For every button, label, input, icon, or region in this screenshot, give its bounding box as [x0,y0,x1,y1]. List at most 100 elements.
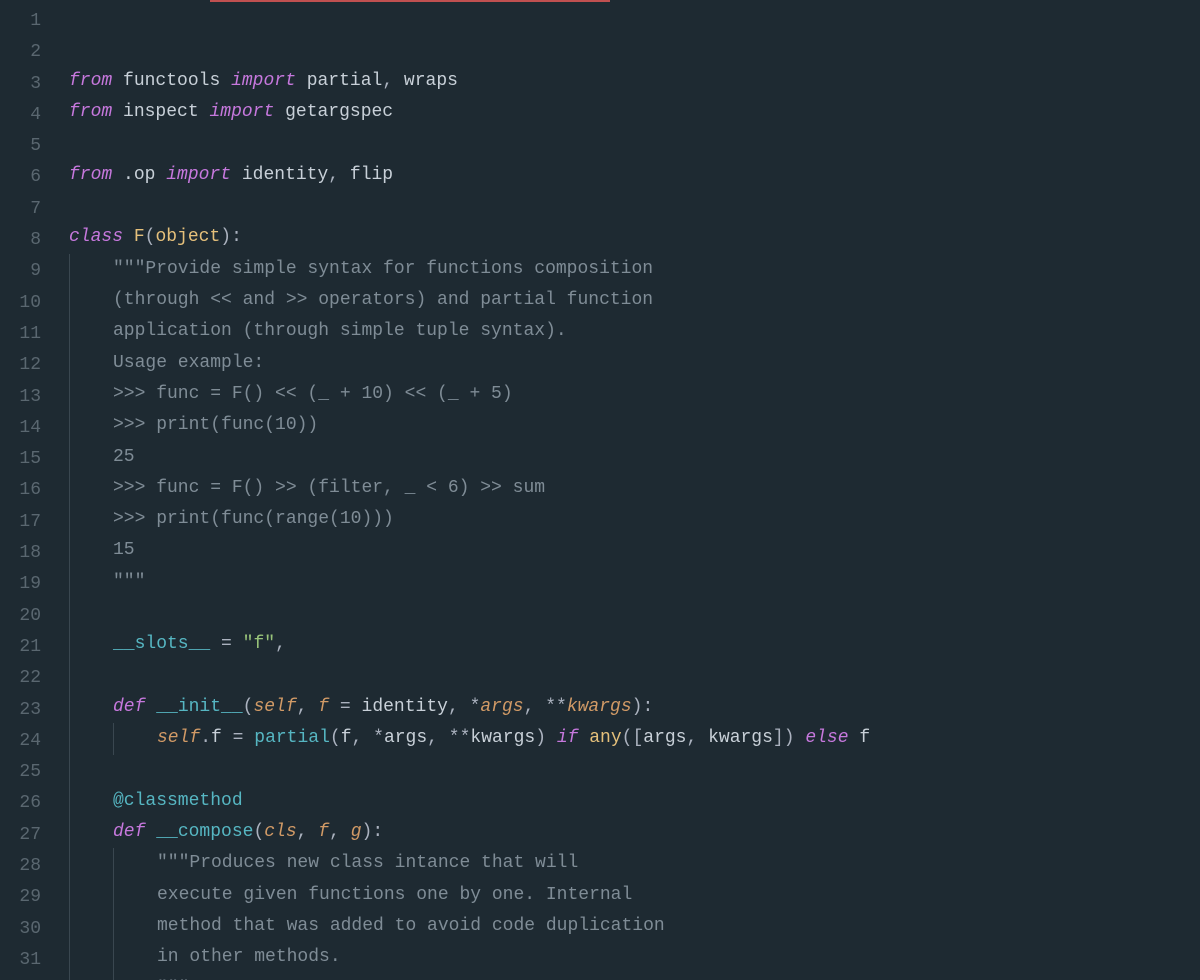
code-line[interactable]: from functools import partial, wraps [69,66,1200,97]
token-punc: , [686,728,708,748]
token-op: = [221,634,232,654]
code-line[interactable]: @classmethod [69,786,1200,817]
token-fn: __init__ [156,697,242,717]
code-line[interactable]: def __init__(self, f = identity, *args, … [69,692,1200,723]
code-line[interactable]: execute given functions one by one. Inte… [69,880,1200,911]
code-line[interactable]: from .op import identity, flip [69,160,1200,191]
line-number: 12 [0,350,55,381]
token-fn: __slots__ [113,634,210,654]
line-number: 4 [0,100,55,131]
line-number-gutter: 1234567891011121314151617181920212223242… [0,0,55,980]
line-number: 18 [0,538,55,569]
line-number: 29 [0,882,55,913]
code-line[interactable]: 25 [69,442,1200,473]
code-line[interactable]: >>> print(func(range(10))) [69,504,1200,535]
token-kw: else [805,728,848,748]
token-kw: from [69,71,112,91]
token-kw: import [209,102,274,122]
code-line[interactable]: from inspect import getargspec [69,97,1200,128]
token-name: f [341,728,352,748]
token-punc: ( [145,227,156,247]
token-fncall: partial [254,728,330,748]
token-str: Usage example: [113,353,264,373]
code-line[interactable]: __slots__ = "f", [69,629,1200,660]
code-line[interactable]: class F(object): [69,222,1200,253]
token-kw: class [69,227,123,247]
token-punc: ( [243,697,254,717]
code-line[interactable]: method that was added to avoid code dupl… [69,911,1200,942]
token-punc: , [328,165,350,185]
token-punc: : [231,227,242,247]
token-punc: , [524,697,546,717]
token-op: = [233,728,244,748]
lint-underline [210,0,610,2]
token-punc: , [297,822,319,842]
code-line[interactable]: self.f = partial(f, *args, **kwargs) if … [69,723,1200,754]
line-number: 22 [0,663,55,694]
token-punc: ( [330,728,341,748]
token-name: args [384,728,427,748]
code-line[interactable]: >>> func = F() >> (filter, _ < 6) >> sum [69,473,1200,504]
line-number: 9 [0,256,55,287]
token-str: method that was added to avoid code dupl… [157,916,665,936]
line-number: 30 [0,914,55,945]
line-number: 11 [0,319,55,350]
code-line[interactable]: application (through simple tuple syntax… [69,316,1200,347]
code-line[interactable]: 15 [69,535,1200,566]
code-line[interactable]: Usage example: [69,348,1200,379]
code-area[interactable]: from functools import partial, wrapsfrom… [55,0,1200,980]
token-str: >>> func = F() << (_ + 10) << (_ + 5) [113,384,513,404]
token-punc: ([ [622,728,644,748]
code-line[interactable]: >>> print(func(10)) [69,410,1200,441]
line-number: 17 [0,507,55,538]
code-line[interactable]: def __compose(cls, f, g): [69,817,1200,848]
token-str: >>> func = F() >> (filter, _ < 6) >> sum [113,478,545,498]
line-number: 8 [0,225,55,256]
token-name: args [643,728,686,748]
token-kw: import [231,71,296,91]
code-line[interactable]: (through << and >> operators) and partia… [69,285,1200,316]
token-name: identity [362,697,448,717]
token-punc: ) [632,697,643,717]
token-name: kwargs [708,728,773,748]
line-number: 19 [0,569,55,600]
line-number: 10 [0,288,55,319]
code-editor[interactable]: 1234567891011121314151617181920212223242… [0,0,1200,980]
line-number: 27 [0,820,55,851]
token-name: functools [123,71,220,91]
token-str: """Produces new class intance that will [157,853,578,873]
token-name: identity [242,165,328,185]
code-line[interactable]: in other methods. [69,942,1200,973]
token-kw: from [69,165,112,185]
token-name: f [859,728,870,748]
code-line[interactable]: """ [69,974,1200,980]
line-number: 28 [0,851,55,882]
token-self: self [253,697,296,717]
token-strlit: "f" [243,634,275,654]
code-line[interactable]: """Provide simple syntax for functions c… [69,254,1200,285]
code-line[interactable]: """ [69,567,1200,598]
code-line[interactable] [69,598,1200,629]
token-param: f [318,697,329,717]
line-number: 23 [0,695,55,726]
token-deco: @classmethod [113,791,243,811]
line-number: 5 [0,131,55,162]
token-punc: ]) [773,728,795,748]
code-line[interactable]: """Produces new class intance that will [69,848,1200,879]
line-number: 26 [0,788,55,819]
token-name: getargspec [285,102,393,122]
line-number: 16 [0,475,55,506]
line-number: 15 [0,444,55,475]
code-line[interactable] [69,129,1200,160]
code-line[interactable] [69,661,1200,692]
code-line[interactable] [69,191,1200,222]
token-self: cls [264,822,296,842]
token-builtin: object [155,227,220,247]
token-self: self [157,728,200,748]
code-line[interactable] [69,755,1200,786]
token-punc: ) [535,728,546,748]
token-punc: , [352,728,374,748]
token-punc: , [427,728,449,748]
line-number: 13 [0,382,55,413]
code-line[interactable]: >>> func = F() << (_ + 10) << (_ + 5) [69,379,1200,410]
